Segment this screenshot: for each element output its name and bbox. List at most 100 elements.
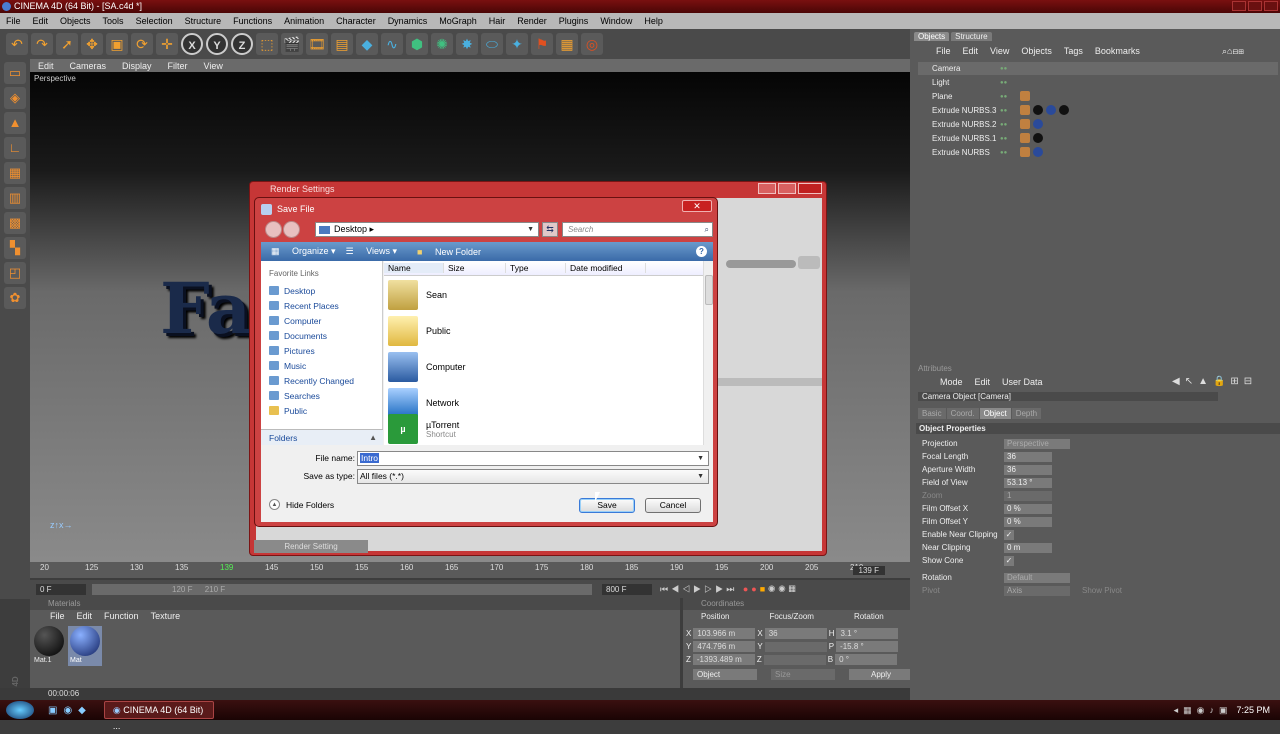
scale-icon[interactable]: ▣ [106, 33, 128, 55]
file-item[interactable]: µ µTorrent Shortcut [388, 412, 459, 446]
search-icon[interactable]: ⌕ [705, 223, 709, 236]
nav-link-computer[interactable]: Computer [269, 313, 321, 328]
menu-file[interactable]: File [0, 16, 27, 26]
vp-menu-edit[interactable]: Edit [30, 61, 62, 71]
globe-icon[interactable]: ◎ [581, 33, 603, 55]
new-folder-button[interactable]: ■ New Folder [407, 247, 481, 257]
rotate-icon[interactable]: ⟳ [131, 33, 153, 55]
visibility-dots-icon[interactable]: ●● [1000, 94, 1020, 100]
file-item[interactable]: Computer [388, 350, 466, 384]
phong-tag-icon[interactable] [1020, 118, 1030, 129]
file-item[interactable]: Public [388, 314, 451, 348]
menu-character[interactable]: Character [330, 16, 382, 26]
cube-icon[interactable]: ◆ [356, 33, 378, 55]
undo-icon[interactable]: ↶ [6, 33, 28, 55]
array-icon[interactable]: ✺ [431, 33, 453, 55]
menu-edit[interactable]: Edit [27, 16, 55, 26]
folders-toggle[interactable]: Folders ▲ [261, 429, 383, 445]
phong-tag-icon[interactable] [1020, 132, 1030, 143]
menu-window[interactable]: Window [594, 16, 638, 26]
save-button[interactable]: Save [579, 498, 635, 513]
use-model-mode-icon[interactable]: ▭ [4, 62, 26, 84]
menu-help[interactable]: Help [638, 16, 669, 26]
mat-menu-edit[interactable]: Edit [71, 611, 99, 621]
nav-link-pictures[interactable]: Pictures [269, 343, 315, 358]
object-row[interactable]: Camera ●● [918, 62, 1278, 75]
visibility-dots-icon[interactable]: ●● [1000, 80, 1020, 86]
edges-mode-icon[interactable]: ∟ [4, 137, 26, 159]
menu-mograph[interactable]: MoGraph [433, 16, 483, 26]
search-input[interactable]: Search ⌕ [562, 222, 713, 237]
film-offset-y-field[interactable]: 0 % [1004, 516, 1052, 527]
zoom-x-field[interactable]: 36 [764, 628, 827, 639]
material-tag-icon[interactable] [1033, 104, 1043, 115]
sculpt-icon[interactable]: ✿ [4, 287, 26, 309]
deformer-icon[interactable]: ✸ [456, 33, 478, 55]
dialog-close-button[interactable]: ✕ [682, 200, 712, 212]
current-frame-field[interactable]: 139 F [852, 566, 885, 575]
z-axis-icon[interactable]: Z [231, 33, 253, 55]
menu-selection[interactable]: Selection [130, 16, 179, 26]
vp-menu-display[interactable]: Display [114, 61, 160, 71]
render-settings-icon[interactable]: ▤ [331, 33, 353, 55]
zoom-z-field[interactable] [763, 654, 826, 665]
rs-maximize-button[interactable] [778, 183, 796, 194]
rotation-b-field[interactable]: 0 ° [835, 654, 898, 665]
tab-object[interactable]: Object [979, 408, 1011, 419]
visibility-dots-icon[interactable]: ●● [1000, 108, 1020, 114]
rotation-h-field[interactable]: 3.1 ° [836, 628, 899, 639]
vertical-scrollbar[interactable] [703, 261, 713, 445]
scrollbar-thumb[interactable] [705, 275, 713, 305]
nav-link-public[interactable]: Public [269, 403, 307, 418]
mode-dropdown[interactable]: Object [693, 669, 757, 680]
object-row[interactable]: Extrude NURBS.2 ●● [918, 118, 1278, 131]
material-tag-icon[interactable] [1033, 146, 1043, 157]
show-cone-checkbox[interactable]: ✓ [1004, 555, 1014, 566]
position-x-field[interactable]: 103.966 m [693, 628, 756, 639]
nav-link-music[interactable]: Music [269, 358, 306, 373]
redo-icon[interactable]: ↷ [31, 33, 53, 55]
tab-basic[interactable]: Basic [918, 408, 946, 419]
column-name[interactable]: Name [384, 263, 444, 273]
snap-icon[interactable]: ◰ [4, 262, 26, 284]
rotation-p-field[interactable]: -15.8 ° [836, 641, 899, 652]
attr-menu-user-data[interactable]: User Data [996, 377, 1049, 387]
tab-coord[interactable]: Coord. [946, 408, 979, 419]
minimize-button[interactable] [1232, 1, 1246, 11]
object-row[interactable]: Extrude NURBS.1 ●● [918, 132, 1278, 145]
fov-field[interactable]: 53.13 ° [1004, 477, 1052, 488]
quick-launch-icons[interactable]: ▣◉◆ [48, 705, 92, 716]
obj-menu-file[interactable]: File [930, 46, 957, 56]
column-date-modified[interactable]: Date modified [566, 263, 646, 273]
move-tool-icon[interactable]: ✛ [156, 33, 178, 55]
close-button[interactable] [1264, 1, 1278, 11]
select-icon[interactable]: ➚ [56, 33, 78, 55]
save-as-type-select[interactable]: All files (*.*) ▼ [357, 469, 709, 484]
chevron-down-icon[interactable]: ▼ [697, 470, 704, 483]
menu-dynamics[interactable]: Dynamics [382, 16, 434, 26]
object-row[interactable]: Extrude NURBS ●● [918, 146, 1278, 159]
menu-render[interactable]: Render [511, 16, 553, 26]
obj-menu-edit[interactable]: Edit [957, 46, 985, 56]
obj-menu-view[interactable]: View [984, 46, 1015, 56]
refresh-icon[interactable]: ⇆ [542, 222, 558, 237]
help-icon[interactable]: ? [696, 246, 707, 257]
nav-link-recent-places[interactable]: Recent Places [269, 298, 339, 313]
x-axis-icon[interactable]: X [181, 33, 203, 55]
views-button[interactable]: ☰ Views ▾ [346, 246, 397, 257]
transport-controls[interactable]: ⏮◀◁▶▷▶⏭ ●●■◉◉▦ [660, 584, 799, 595]
menu-structure[interactable]: Structure [179, 16, 228, 26]
visibility-dots-icon[interactable]: ●● [1000, 150, 1020, 156]
rotation-dropdown[interactable]: Default [1004, 572, 1070, 583]
mat-menu-function[interactable]: Function [98, 611, 145, 621]
tag-icon[interactable]: ⚑ [531, 33, 553, 55]
rs-button[interactable] [798, 256, 820, 269]
range-slider[interactable]: 120 F 210 F [92, 584, 592, 595]
taskbar-item-cinema4d[interactable]: ◉ CINEMA 4D (64 Bit) ... [103, 701, 214, 731]
phong-tag-icon[interactable] [1020, 104, 1030, 115]
tray-icons[interactable]: ◂▦◉♪▣ [1174, 705, 1233, 716]
uv-mode-icon[interactable]: ▥ [4, 187, 26, 209]
move-icon[interactable]: ✥ [81, 33, 103, 55]
clapper-icon[interactable]: ▦ [556, 33, 578, 55]
column-type[interactable]: Type [506, 263, 566, 273]
